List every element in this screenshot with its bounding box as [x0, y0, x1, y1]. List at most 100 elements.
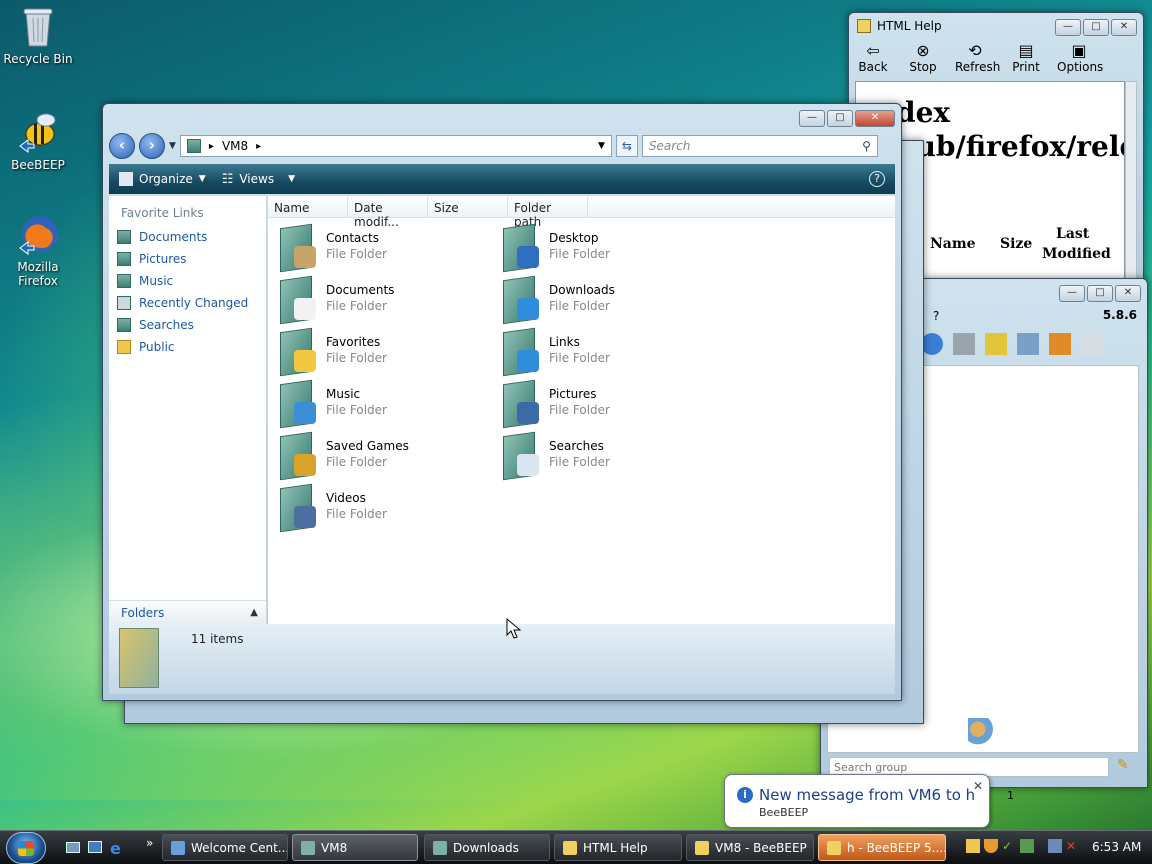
vertical-scrollbar[interactable] — [1125, 81, 1137, 307]
network-tray-icon[interactable] — [1020, 839, 1034, 853]
file-item-contacts[interactable]: Contacts File Folder — [276, 223, 486, 276]
organize-button[interactable]: Organize ▼ — [119, 172, 206, 186]
check-icon[interactable]: ✓ — [1002, 839, 1016, 853]
trash-icon[interactable] — [1081, 333, 1103, 355]
nav-item-music[interactable]: Music — [109, 270, 266, 292]
maximize-button[interactable]: □ — [827, 110, 853, 127]
file-item-pictures[interactable]: Pictures File Folder — [499, 379, 709, 432]
close-icon[interactable]: ✕ — [973, 779, 983, 793]
minimize-button[interactable]: — — [1055, 19, 1081, 36]
show-desktop-icon[interactable] — [66, 842, 80, 853]
start-button[interactable] — [6, 832, 46, 864]
recent-pages-dropdown[interactable]: ▼ — [169, 141, 176, 151]
taskbar-button-html-help[interactable]: HTML Help — [554, 834, 682, 861]
desktop-icon-firefox[interactable]: Mozilla Firefox — [0, 212, 76, 288]
file-type: File Folder — [549, 247, 610, 261]
maximize-button[interactable]: □ — [1083, 19, 1109, 36]
forward-button[interactable]: › — [139, 133, 165, 159]
taskbar-button-welcome-cent[interactable]: Welcome Cent... — [162, 834, 288, 861]
back-button[interactable]: ⇦ Back — [855, 41, 891, 74]
nav-item-documents[interactable]: Documents — [109, 226, 266, 248]
file-item-documents[interactable]: Documents File Folder — [276, 275, 486, 328]
taskbar-button-h-beebeep-5[interactable]: h - BeeBEEP 5.... — [818, 834, 946, 861]
nav-item-public[interactable]: Public — [109, 336, 266, 358]
monitor-icon[interactable] — [1048, 839, 1062, 853]
print-button[interactable]: ▤ Print — [1009, 41, 1043, 74]
network-icon[interactable] — [953, 333, 975, 355]
folder-icon — [276, 327, 318, 378]
system-tray: ✓ ✕ — [966, 839, 1080, 853]
minimize-button[interactable]: — — [799, 110, 825, 127]
beebeep-tray-icon[interactable] — [966, 839, 980, 853]
taskbar-button-downloads[interactable]: Downloads — [424, 834, 550, 861]
folder-icon — [499, 223, 541, 274]
desktop-icon-beebeep[interactable]: BeeBEEP — [0, 110, 76, 172]
column-header-name[interactable]: Name — [268, 196, 348, 217]
folder-icon — [276, 275, 318, 326]
file-item-videos[interactable]: Videos File Folder — [276, 483, 486, 536]
file-name: Contacts — [326, 231, 379, 245]
search-icon[interactable]: ⚲ — [862, 139, 871, 153]
help-button[interactable]: ? — [869, 171, 885, 187]
nav-item-recently-changed[interactable]: Recently Changed — [109, 292, 266, 314]
refresh-button[interactable]: ⇆ — [615, 135, 638, 157]
column-header-size[interactable]: Size — [428, 196, 508, 217]
help-menu[interactable]: ? — [933, 309, 939, 323]
close-button[interactable]: ✕ — [1115, 285, 1141, 302]
taskbar-button-vm8[interactable]: VM8 — [292, 834, 418, 861]
details-pane: 11 items — [109, 624, 895, 694]
shield-icon[interactable] — [984, 839, 998, 853]
clear-search-icon[interactable]: ✎ — [1117, 757, 1133, 775]
close-button[interactable]: ✕ — [855, 110, 895, 127]
quicklaunch-more[interactable]: » — [146, 836, 153, 850]
firefox-icon — [16, 212, 60, 256]
options-button[interactable]: ▣ Options — [1057, 41, 1103, 74]
minimize-button[interactable]: — — [1059, 285, 1085, 302]
file-item-music[interactable]: Music File Folder — [276, 379, 486, 432]
breadcrumb-arrow[interactable]: ▸ — [256, 141, 261, 152]
volume-muted-icon[interactable]: ✕ — [1066, 839, 1080, 853]
column-header-date-modified[interactable]: Date modif... — [348, 196, 428, 229]
upload-icon[interactable] — [1049, 333, 1071, 355]
app-icon — [695, 840, 709, 855]
folders-toggle[interactable]: Folders ▲ — [109, 600, 266, 624]
explorer-window-vm8[interactable]: — □ ✕ ‹ › ▼ ▸ VM8 ▸ ▼ ⇆ Search ⚲ Organiz… — [102, 103, 902, 701]
switch-windows-icon[interactable] — [88, 841, 102, 853]
file-item-desktop[interactable]: Desktop File Folder — [499, 223, 709, 276]
file-item-downloads[interactable]: Downloads File Folder — [499, 275, 709, 328]
nav-item-label: Public — [139, 340, 175, 354]
nav-item-label: Recently Changed — [139, 296, 249, 310]
address-bar[interactable]: ▸ VM8 ▸ ▼ — [179, 135, 612, 157]
address-root-arrow[interactable]: ▸ — [209, 141, 214, 152]
tools-icon[interactable] — [1017, 333, 1039, 355]
file-item-saved-games[interactable]: Saved Games File Folder — [276, 431, 486, 484]
col-modified-header: Modified — [1042, 246, 1111, 262]
clock[interactable]: 6:53 AM — [1092, 840, 1141, 854]
views-button[interactable]: ☷ Views ▼ — [222, 172, 295, 187]
internet-explorer-icon[interactable]: e — [110, 839, 121, 858]
refresh-icon: ⟲ — [968, 41, 982, 60]
file-item-links[interactable]: Links File Folder — [499, 327, 709, 380]
taskbar-button-vm8-beebeep[interactable]: VM8 - BeeBEEP — [686, 834, 814, 861]
info-icon[interactable] — [921, 333, 943, 355]
breadcrumb-vm8[interactable]: VM8 — [222, 139, 248, 153]
maximize-button[interactable]: □ — [1087, 285, 1113, 302]
stop-button[interactable]: ⊗ Stop — [905, 41, 941, 74]
back-button[interactable]: ‹ — [109, 133, 135, 159]
file-item-searches[interactable]: Searches File Folder — [499, 431, 709, 484]
nav-item-searches[interactable]: Searches — [109, 314, 266, 336]
search-input[interactable]: Search ⚲ — [641, 135, 878, 157]
nav-item-pictures[interactable]: Pictures — [109, 248, 266, 270]
file-type: File Folder — [326, 299, 387, 313]
desktop-icon-recycle-bin[interactable]: Recycle Bin — [0, 4, 76, 66]
refresh-button[interactable]: ⟲ Refresh — [955, 41, 1000, 74]
close-button[interactable]: ✕ — [1111, 19, 1137, 36]
file-type: File Folder — [326, 351, 387, 365]
file-type: File Folder — [549, 455, 610, 469]
organize-icon — [119, 172, 133, 186]
column-header-folder-path[interactable]: Folder path — [508, 196, 588, 229]
edit-icon[interactable] — [985, 333, 1007, 355]
file-item-favorites[interactable]: Favorites File Folder — [276, 327, 486, 380]
notification-balloon[interactable]: i New message from VM6 to h BeeBEEP ✕ — [724, 774, 990, 828]
address-dropdown-icon[interactable]: ▼ — [598, 141, 605, 151]
